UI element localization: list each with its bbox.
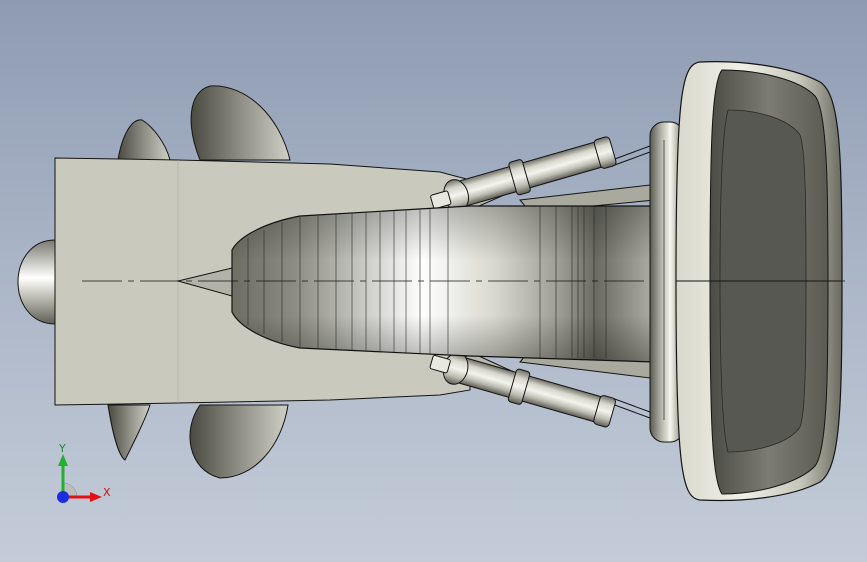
cad-viewport[interactable]: Y X	[0, 0, 867, 562]
propeller-blade-bottom-front	[189, 404, 289, 479]
propeller-blade-top-rear	[117, 119, 171, 161]
propeller-hub	[17, 239, 56, 325]
y-axis-label: Y	[59, 442, 66, 455]
cad-model[interactable]	[0, 0, 867, 562]
ribbed-pod[interactable]	[231, 205, 656, 363]
x-axis-label: X	[103, 486, 111, 499]
steering-nozzle[interactable]	[649, 61, 843, 502]
propeller-blade-top-front	[190, 85, 291, 161]
coordinate-axes-icon: Y X	[48, 440, 118, 510]
